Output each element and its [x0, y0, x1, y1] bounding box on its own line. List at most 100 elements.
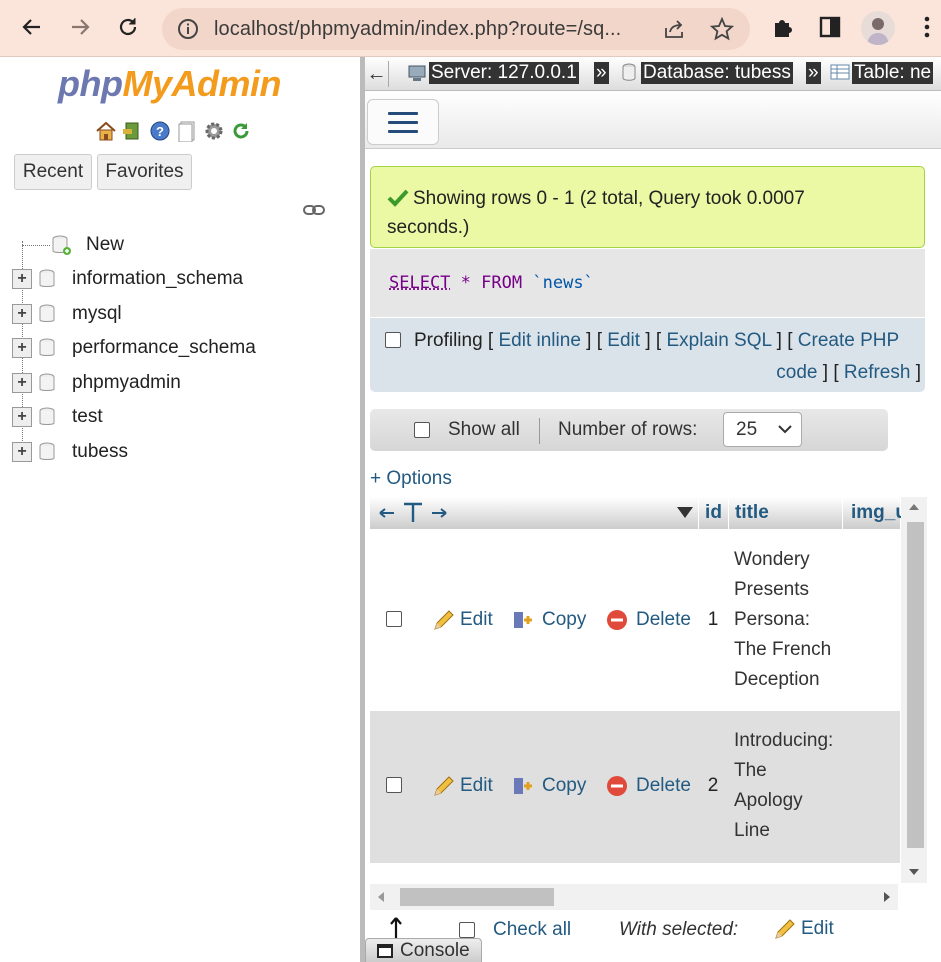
- edit-inline-link[interactable]: Edit inline: [499, 330, 581, 351]
- database-icon: [36, 303, 58, 325]
- profiling-checkbox[interactable]: [385, 332, 401, 348]
- url-text: localhost/phpmyadmin/index.php?route=/sq…: [214, 18, 622, 40]
- create-php-code-link[interactable]: Create PHP: [798, 330, 899, 351]
- recent-tab[interactable]: Recent: [14, 154, 92, 190]
- check-all-link[interactable]: Check all: [493, 919, 571, 941]
- tree-item-database[interactable]: + tubess: [12, 437, 128, 467]
- scroll-up-arrow-icon[interactable]: [909, 504, 919, 510]
- row-edit-button[interactable]: Edit: [432, 606, 493, 634]
- scroll-right-arrow-icon[interactable]: [884, 892, 890, 902]
- arrow-up-icon: [387, 916, 405, 940]
- results-table: id title img_u Edit Copy Delete 1 Wonder…: [370, 497, 927, 911]
- home-icon[interactable]: [94, 119, 117, 142]
- cell-title[interactable]: Introducing: The Apology Line: [734, 726, 833, 846]
- cell-title[interactable]: Wondery Presents Persona: The French Decepti…: [734, 545, 831, 695]
- row-select-checkbox[interactable]: [386, 777, 402, 793]
- tree-item-new[interactable]: New: [12, 230, 124, 260]
- result-message-line2: seconds.): [387, 217, 470, 238]
- address-bar[interactable]: localhost/phpmyadmin/index.php?route=/sq…: [162, 8, 750, 50]
- column-header-img-url[interactable]: img_u: [842, 497, 902, 529]
- row-edit-button[interactable]: Edit: [432, 772, 493, 800]
- database-icon: [36, 268, 58, 290]
- top-menu-bar: [365, 91, 941, 149]
- sort-triangle-icon[interactable]: [677, 507, 693, 518]
- row-delete-button[interactable]: Delete: [606, 606, 691, 634]
- show-all-checkbox[interactable]: [414, 422, 430, 438]
- console-icon: [376, 943, 394, 959]
- breadcrumb-database[interactable]: Database: tubess: [621, 61, 793, 85]
- edit-query-link[interactable]: Edit: [607, 330, 640, 351]
- tree-item-label: mysql: [72, 303, 122, 324]
- info-icon[interactable]: [177, 18, 199, 40]
- check-all-checkbox[interactable]: [459, 922, 475, 938]
- horizontal-scrollbar[interactable]: [370, 884, 898, 910]
- column-header-id[interactable]: id: [698, 497, 728, 529]
- expand-plus-icon[interactable]: +: [12, 373, 32, 393]
- copy-icon: [512, 609, 536, 631]
- star-icon[interactable]: [710, 17, 734, 41]
- chevron-down-icon: [778, 425, 792, 434]
- row-select-checkbox[interactable]: [386, 611, 402, 627]
- rows-navigation-bar: Show all Number of rows: 25: [370, 409, 888, 451]
- reload-icon[interactable]: [113, 12, 143, 42]
- row-copy-button[interactable]: Copy: [512, 606, 586, 634]
- refresh-link[interactable]: Refresh: [844, 362, 911, 383]
- phpmyadmin-logo[interactable]: phpMyAdmin: [58, 63, 281, 105]
- hamburger-menu-button[interactable]: [367, 99, 439, 145]
- breadcrumb-table[interactable]: Table: ne: [830, 61, 934, 85]
- breadcrumb: ← Server: 127.0.0.1 » Database: tubess »…: [365, 57, 941, 91]
- collapse-sidebar-arrow[interactable]: ←: [365, 61, 389, 87]
- browser-toolbar: localhost/phpmyadmin/index.php?route=/sq…: [0, 0, 941, 57]
- expand-plus-icon[interactable]: +: [12, 407, 32, 427]
- rows-per-page-select[interactable]: 25: [723, 412, 802, 447]
- expand-plus-icon[interactable]: +: [12, 304, 32, 324]
- bulk-edit-button[interactable]: Edit: [773, 918, 834, 940]
- reload-navigation-icon[interactable]: [229, 119, 252, 142]
- options-link[interactable]: + Options: [370, 468, 452, 490]
- expand-plus-icon[interactable]: +: [12, 269, 32, 289]
- back-arrow-icon[interactable]: [17, 12, 47, 42]
- scroll-down-arrow-icon[interactable]: [909, 869, 919, 875]
- horizontal-scrollbar-thumb[interactable]: [400, 888, 554, 906]
- vertical-scrollbar-thumb[interactable]: [907, 522, 924, 848]
- tree-item-database[interactable]: + test: [12, 402, 103, 432]
- menu-dots-icon[interactable]: [912, 12, 941, 42]
- copy-icon: [512, 775, 536, 797]
- pencil-icon: [773, 918, 797, 940]
- column-header-title[interactable]: title: [728, 497, 842, 529]
- expand-plus-icon[interactable]: +: [12, 442, 32, 462]
- tree-item-database[interactable]: + information_schema: [12, 264, 243, 294]
- column-arrows-icon[interactable]: [378, 502, 450, 524]
- create-php-code-link[interactable]: code: [776, 362, 817, 383]
- breadcrumb-server[interactable]: Server: 127.0.0.1: [407, 61, 579, 85]
- row-copy-button[interactable]: Copy: [512, 772, 586, 800]
- extensions-icon[interactable]: [768, 12, 798, 42]
- share-icon[interactable]: [662, 18, 686, 40]
- scroll-left-arrow-icon[interactable]: [378, 892, 384, 902]
- sql-keyword: SELECT: [389, 273, 451, 293]
- profile-avatar[interactable]: [861, 11, 895, 45]
- console-toggle-button[interactable]: Console: [365, 938, 482, 962]
- explain-sql-link[interactable]: Explain SQL: [666, 330, 771, 351]
- expand-plus-icon[interactable]: +: [12, 338, 32, 358]
- divider: [539, 418, 540, 444]
- server-icon: [407, 63, 427, 83]
- sidepanel-icon[interactable]: [815, 12, 845, 42]
- sidebar-quick-icons: ?: [94, 119, 252, 142]
- docs-icon[interactable]: [175, 119, 198, 142]
- favorites-tab[interactable]: Favorites: [97, 154, 192, 190]
- logout-icon[interactable]: [121, 119, 144, 142]
- tree-item-database[interactable]: + phpmyadmin: [12, 368, 181, 398]
- tree-item-label: New: [86, 234, 125, 255]
- settings-gear-icon[interactable]: [202, 119, 225, 142]
- help-icon[interactable]: ?: [148, 119, 171, 142]
- sql-query-display[interactable]: SELECT * FROM `news`: [370, 249, 925, 317]
- row-delete-button[interactable]: Delete: [606, 772, 691, 800]
- cell-id[interactable]: 1: [698, 606, 728, 634]
- cell-id[interactable]: 2: [698, 772, 728, 800]
- link-with-main-icon[interactable]: [302, 203, 326, 217]
- forward-arrow-icon[interactable]: [65, 12, 95, 42]
- tree-item-database[interactable]: + mysql: [12, 299, 122, 329]
- database-icon: [36, 337, 58, 359]
- tree-item-database[interactable]: + performance_schema: [12, 333, 256, 363]
